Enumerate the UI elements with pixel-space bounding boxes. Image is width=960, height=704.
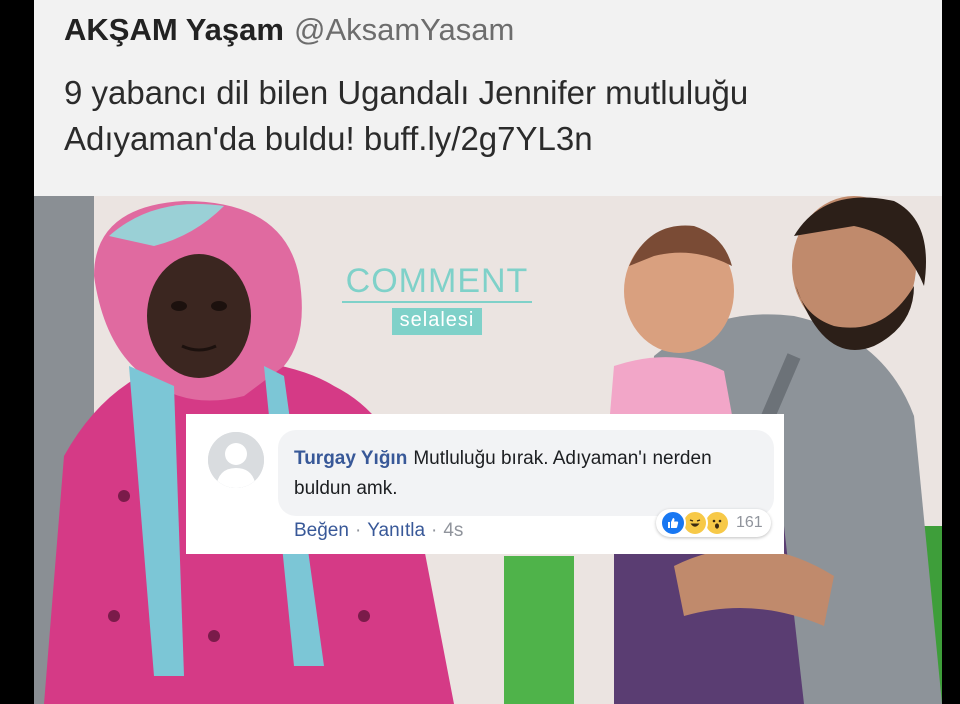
tweet-text-line-2: Adıyaman'da buldu! buff.ly/2g7YL3n: [64, 120, 593, 157]
tweet-author-name[interactable]: AKŞAM Yaşam: [64, 12, 284, 47]
comment-bubble: Turgay Yığın Mutluluğu bırak. Adıyaman'ı …: [278, 430, 774, 516]
comment-timestamp[interactable]: 4s: [443, 520, 463, 541]
tweet-text: 9 yabancı dil bilen Ugandalı Jennifer mu…: [64, 70, 924, 162]
action-separator: ·: [354, 520, 362, 541]
facebook-comment: Turgay Yığın Mutluluğu bırak. Adıyaman'ı …: [186, 414, 784, 554]
avatar[interactable]: [208, 432, 264, 488]
like-link[interactable]: Beğen: [294, 520, 349, 541]
watermark: COMMENT selalesi: [342, 262, 532, 335]
watermark-subtitle: selalesi: [391, 308, 483, 335]
reaction-count: 161: [736, 514, 763, 531]
reply-link[interactable]: Yanıtla: [367, 520, 425, 541]
tweet-card: AKŞAM Yaşam @AksamYasam 9 yabancı dil bil…: [34, 0, 942, 704]
watermark-title: COMMENT: [342, 262, 532, 303]
action-separator: ·: [431, 520, 438, 541]
default-avatar-icon: [208, 432, 264, 488]
comment-actions: Beğen · Yanıtla · 4s: [294, 520, 463, 542]
comment-author-link[interactable]: Turgay Yığın: [294, 448, 407, 469]
tweet-text-line-1: 9 yabancı dil bilen Ugandalı Jennifer mu…: [64, 74, 749, 111]
tweet-header: AKŞAM Yaşam @AksamYasam: [64, 12, 514, 48]
comment-body: Turgay Yığın Mutluluğu bırak. Adıyaman'ı …: [294, 444, 754, 504]
reactions-summary[interactable]: 161: [656, 509, 771, 537]
tweet-author-handle[interactable]: @AksamYasam: [294, 12, 514, 47]
like-icon: [660, 510, 686, 536]
